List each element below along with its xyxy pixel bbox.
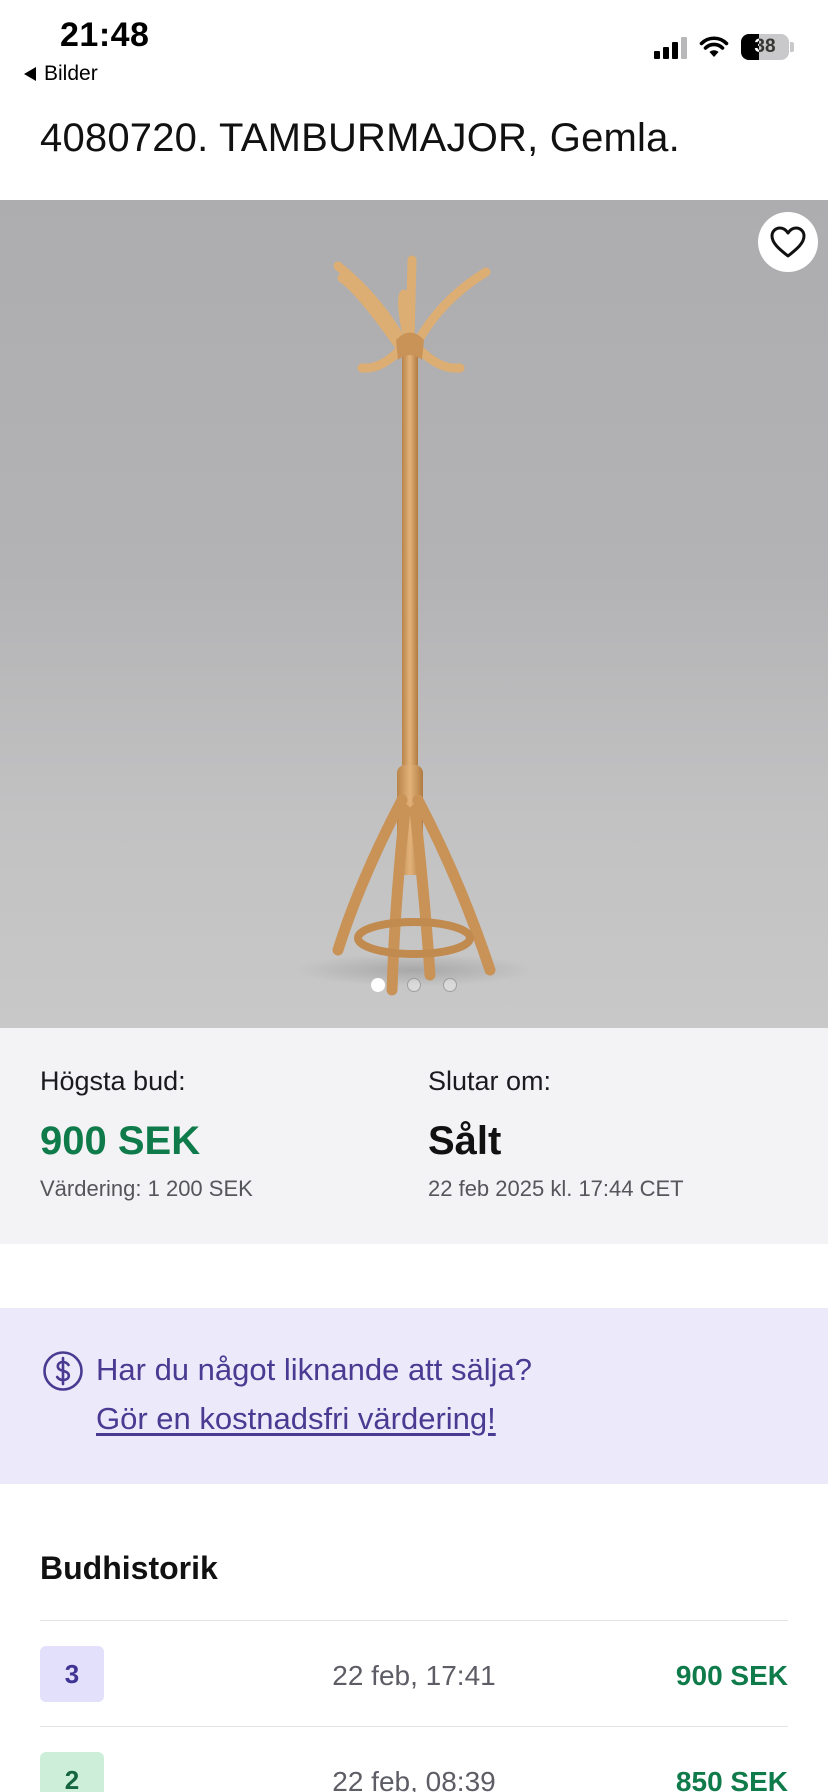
back-label: Bilder xyxy=(44,62,98,85)
item-image-gallery[interactable] xyxy=(0,200,828,1028)
pagination-dot[interactable] xyxy=(443,978,457,992)
favorite-button[interactable] xyxy=(758,212,818,272)
promo-question: Har du något liknande att sälja? xyxy=(96,1352,533,1387)
divider xyxy=(40,1620,788,1621)
highest-bid-value: 900 SEK xyxy=(40,1119,201,1163)
heart-outline-icon xyxy=(770,226,806,258)
valuation-promo-banner: Har du något liknande att sälja? Gör en … xyxy=(0,1308,828,1484)
back-triangle-icon xyxy=(24,67,36,81)
status-icons: 38 xyxy=(654,34,794,60)
dollar-circle-icon xyxy=(43,1351,83,1391)
clock: 21:48 xyxy=(60,16,150,54)
status-bar: 21:48 Bilder 38 xyxy=(0,0,828,100)
bid-summary: Högsta bud: 900 SEK Värdering: 1 200 SEK… xyxy=(0,1028,828,1244)
bid-history-row: 2 22 feb, 08:39 850 SEK xyxy=(40,1728,788,1792)
item-title: 4080720. TAMBURMAJOR, Gemla. xyxy=(40,116,680,160)
sold-status: Sålt xyxy=(428,1119,502,1163)
battery-icon: 38 xyxy=(741,34,789,60)
ends-label: Slutar om: xyxy=(428,1066,552,1096)
divider xyxy=(40,1726,788,1727)
bid-history-row: 3 22 feb, 17:41 900 SEK xyxy=(40,1622,788,1728)
wifi-icon xyxy=(699,36,729,57)
end-time: 22 feb 2025 kl. 17:44 CET xyxy=(428,1176,684,1201)
gallery-pagination xyxy=(0,978,828,992)
battery-level: 38 xyxy=(754,36,776,57)
cellular-signal-icon xyxy=(654,35,687,59)
pagination-dot[interactable] xyxy=(407,978,421,992)
bid-history-title: Budhistorik xyxy=(40,1550,218,1586)
pagination-dot[interactable] xyxy=(371,978,385,992)
back-to-photos-button[interactable]: Bilder xyxy=(24,62,98,86)
highest-bid-section: Högsta bud: 900 SEK Värdering: 1 200 SEK xyxy=(40,1066,253,1202)
valuation-text: Värdering: 1 200 SEK xyxy=(40,1176,253,1201)
free-valuation-link[interactable]: Gör en kostnadsfri värdering! xyxy=(96,1401,496,1437)
coat-stand-photo xyxy=(294,255,534,996)
bid-amount: 850 SEK xyxy=(675,1766,788,1792)
highest-bid-label: Högsta bud: xyxy=(40,1066,186,1096)
auction-end-section: Slutar om: Sålt 22 feb 2025 kl. 17:44 CE… xyxy=(428,1066,684,1202)
bid-amount: 900 SEK xyxy=(675,1660,788,1691)
